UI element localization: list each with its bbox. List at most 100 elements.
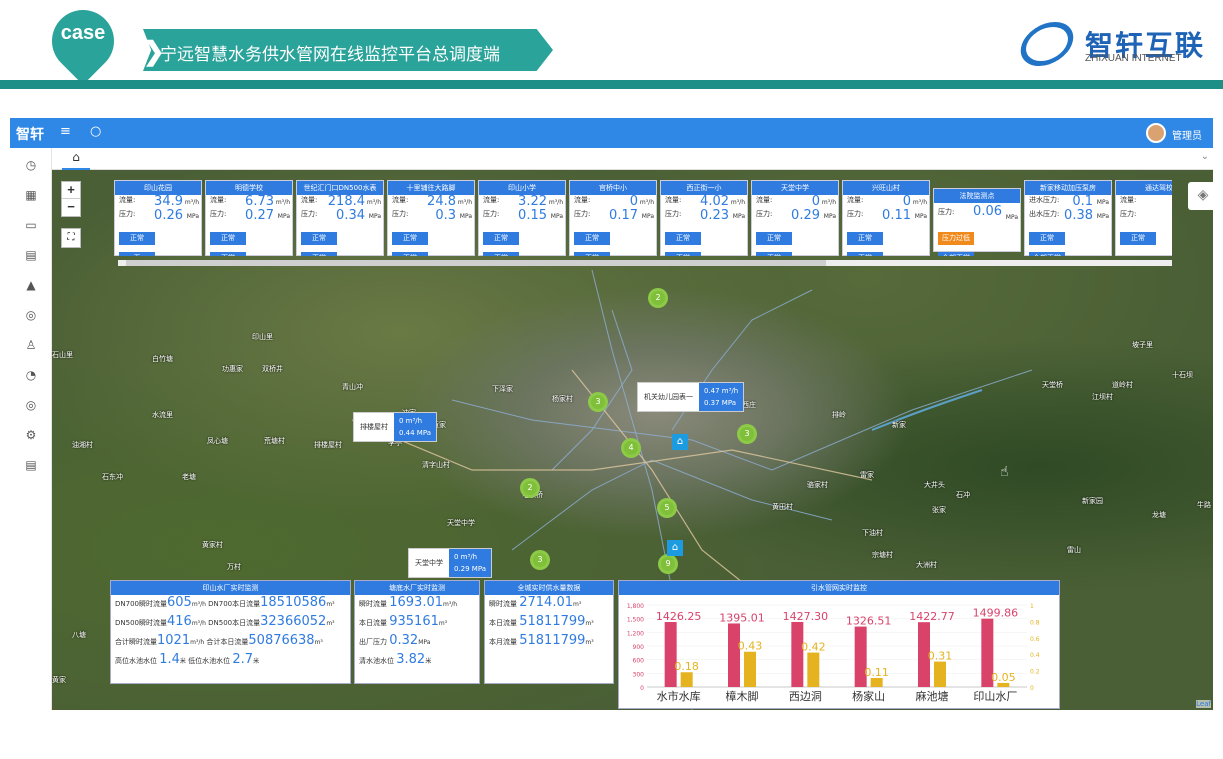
station-popup[interactable]: 排楼屋村 0 m³/h 0.44 MPa — [353, 412, 438, 442]
org-icon[interactable]: ♙ — [24, 338, 38, 352]
station-card[interactable]: 兴旺山村 流量:0m³/h 压力:0.11MPa 正常正常 — [842, 180, 930, 256]
chart-icon[interactable]: ▲ — [24, 278, 38, 292]
press-unit: MPa — [368, 213, 381, 220]
all-normal-button[interactable]: 全部正常 — [938, 252, 974, 256]
value: 1021 — [157, 633, 191, 648]
press-unit: MPa — [550, 213, 563, 220]
panel-title: 印山水厂实时监测 — [111, 581, 350, 595]
cluster-marker[interactable]: 3 — [530, 550, 550, 570]
status-button[interactable]: 正常 — [847, 232, 883, 245]
outlet-label: 出水压力: — [1029, 210, 1060, 218]
cluster-marker[interactable]: 4 — [621, 438, 641, 458]
status-button[interactable]: 正常 — [392, 232, 428, 245]
pump-station-card[interactable]: 新家移动加压泵房 进水压力: 0.1MPa 出水压力: 0.38MPa 正常全部正常 — [1024, 180, 1112, 256]
y-tick-left: 1,500 — [627, 617, 644, 624]
zoom-in-button[interactable]: + — [62, 182, 80, 199]
flow-row: 流量: 4.02 m³/h — [661, 195, 747, 209]
press-unit: MPa — [186, 213, 199, 220]
station-card[interactable]: 西正街一小 流量:4.02m³/h 压力:0.23MPa 正常正常 — [660, 180, 748, 256]
bar-pressure — [744, 651, 756, 687]
station-card[interactable]: 天堂中学 流量:0m³/h 压力:0.29MPa 正常正常 — [751, 180, 839, 256]
station-card[interactable]: 通达驾校 流量:3 压力:0 正常 — [1115, 180, 1172, 256]
status-button[interactable]: 正常 — [665, 232, 701, 245]
status-button[interactable]: 正常 — [574, 232, 610, 245]
status-button[interactable]: 正常 — [574, 252, 610, 256]
station-popup[interactable]: 机关幼儿园表一 0.47 m³/h 0.37 MPa — [637, 382, 745, 412]
dashboard-icon[interactable]: ▦ — [24, 188, 38, 202]
station-name: 西正街一小 — [661, 181, 747, 195]
fullscreen-icon[interactable]: ⛶ — [61, 228, 81, 248]
station-card[interactable]: 明德学校 流量:6.73m³/h 压力:0.27MPa 正常正常 — [205, 180, 293, 256]
home-tab[interactable]: ⌂ — [62, 150, 90, 170]
map-place-label: 下油村 — [862, 529, 883, 537]
unit: m³ — [573, 601, 582, 608]
y-tick-right: 0.4 — [1030, 652, 1040, 659]
yinshan-plant-panel: 印山水厂实时监测 DN700瞬时流量605m³/h DN700本日流量18510… — [110, 580, 351, 684]
status-button[interactable]: 正常 — [1120, 232, 1156, 245]
cluster-marker[interactable]: 3 — [737, 424, 757, 444]
report-icon[interactable]: ▤ — [24, 458, 38, 472]
data-label-pressure: 0.42 — [801, 641, 826, 654]
status-button[interactable]: 正常 — [483, 252, 519, 256]
status-button[interactable]: 正常 — [301, 232, 337, 245]
status-button[interactable]: 正常 — [210, 232, 246, 245]
map-place-label: 江坝村 — [1092, 393, 1113, 401]
status-button[interactable]: 正常 — [483, 232, 519, 245]
clock-icon[interactable]: ◷ — [24, 158, 38, 172]
status-button[interactable]: 正常 — [665, 252, 701, 256]
label: 合计本日流量 — [206, 638, 249, 646]
map-view[interactable]: + − ⛶ ◈ 印山花园 流量:34.9m³/h 压力:0.26MPa 正常无明… — [52, 170, 1213, 710]
status-button[interactable]: 正常 — [392, 252, 428, 256]
gear-icon[interactable]: ⚙ — [24, 428, 38, 442]
building-icon[interactable]: ⌂ — [667, 540, 683, 556]
label: 本日流量 — [359, 619, 387, 627]
map-place-label: 石山里 — [52, 351, 73, 359]
chevron-down-icon[interactable]: ⌄ — [1201, 151, 1209, 162]
all-normal-button[interactable]: 全部正常 — [1029, 252, 1065, 256]
building-icon[interactable]: ⌂ — [672, 434, 688, 450]
press-label: 压力: — [756, 210, 773, 218]
scroll-thumb[interactable] — [126, 260, 826, 266]
table-icon[interactable]: ▤ — [24, 248, 38, 262]
status-button[interactable]: 正常 — [1029, 232, 1065, 245]
cluster-marker[interactable]: 5 — [657, 498, 677, 518]
status-button[interactable]: 正常 — [756, 232, 792, 245]
station-popup[interactable]: 天堂中学 0 m³/h 0.29 MPa — [408, 548, 493, 578]
map-place-label: 下泽家 — [492, 385, 513, 393]
user-menu[interactable]: 管理员 — [1172, 127, 1202, 142]
station-card[interactable]: 印山花园 流量: 34.9m³/h 压力: 0.26MPa 正常无 — [114, 180, 202, 256]
station-card[interactable]: 十里铺往大路脚 流量:24.8m³/h 压力:0.3MPa 正常正常 — [387, 180, 475, 256]
leaflet-attribution[interactable]: Leaf — [1196, 700, 1211, 708]
low-pressure-button[interactable]: 压力过低 — [938, 232, 974, 245]
layers-icon[interactable]: ◈ — [1188, 182, 1213, 210]
cluster-marker[interactable]: 2 — [520, 478, 540, 498]
cluster-marker[interactable]: 9 — [658, 554, 678, 574]
refresh-icon[interactable]: ○ — [90, 124, 101, 139]
station-card[interactable]: 印山小学 流量:3.22m³/h 压力:0.15MPa 正常正常 — [478, 180, 566, 256]
cards-scrollbar[interactable] — [118, 260, 1172, 266]
monitor-icon[interactable]: ▭ — [24, 218, 38, 232]
court-monitor-card[interactable]: 法院监测点 压力:0.06MPa 压力过低全部正常 — [933, 188, 1021, 256]
status-button[interactable]: 正常 — [210, 252, 246, 256]
company-name-en: ZHIXUAN INTERNET — [1085, 53, 1182, 64]
shield-icon[interactable]: ◎ — [24, 398, 38, 412]
cluster-marker[interactable]: 3 — [588, 392, 608, 412]
zoom-out-button[interactable]: − — [62, 199, 80, 216]
press-label: 压力: — [847, 210, 864, 218]
app-brand[interactable]: 智轩 — [16, 124, 44, 144]
status-button[interactable]: 正常 — [301, 252, 337, 256]
station-card[interactable]: 官桥中小 流量:0m³/h 压力:0.17MPa 正常正常 — [569, 180, 657, 256]
status-button[interactable]: 无 — [119, 252, 155, 256]
status-button[interactable]: 正常 — [847, 252, 883, 256]
status-button[interactable]: 正常 — [756, 252, 792, 256]
avatar[interactable] — [1146, 123, 1166, 143]
location-icon[interactable]: ◎ — [24, 308, 38, 322]
status-button[interactable]: 正常 — [119, 232, 155, 245]
station-card[interactable]: 世纪汇门口DN500水表 流量:218.4m³/h 压力:0.34MPa 正常正… — [296, 180, 384, 256]
map-place-label: 功惠家 — [222, 365, 243, 373]
data-label-flow: 1499.86 — [973, 607, 1019, 620]
pie-icon[interactable]: ◔ — [24, 368, 38, 382]
menu-toggle-icon[interactable]: ≡ — [60, 124, 71, 139]
inlet-label: 进水压力: — [1029, 196, 1060, 204]
cluster-marker[interactable]: 2 — [648, 288, 668, 308]
